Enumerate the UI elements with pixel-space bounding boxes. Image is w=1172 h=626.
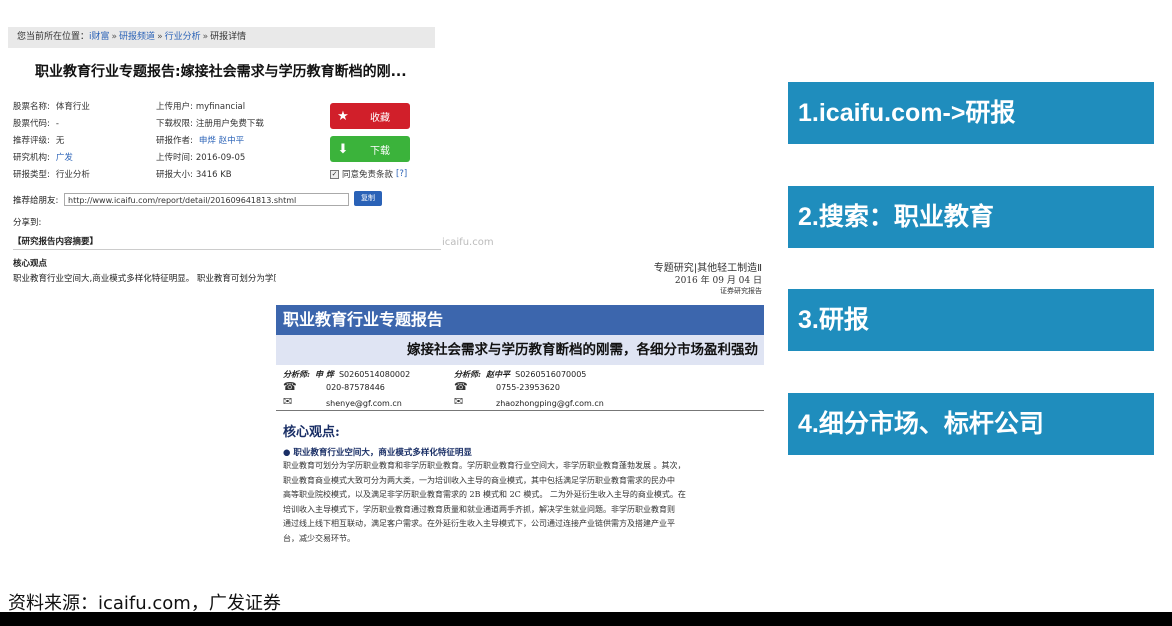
step-2-box: 2.搜索：职业教育 <box>788 186 1154 248</box>
share-to-label: 分享到: <box>13 218 42 228</box>
meta-stock-code: 股票代码: - <box>13 117 59 129</box>
watermark: icaifu.com <box>442 237 494 248</box>
report-date: 2016 年 09 月 04 日 <box>674 276 762 286</box>
analyst-role: 分析师: <box>283 369 310 379</box>
analyst-name: 赵中平 <box>486 369 511 379</box>
breadcrumb-current: 研报详情 <box>210 32 247 42</box>
breadcrumb-link-industry-analysis[interactable]: 行业分析 <box>165 32 201 42</box>
meta-value: - <box>55 119 59 129</box>
report-category: 专题研究|其他轻工制造Ⅱ <box>653 263 762 274</box>
meta-value: 2016-09-05 <box>195 153 246 163</box>
breadcrumb-separator: » <box>202 32 209 42</box>
meta-institution-link[interactable]: 广发 <box>56 153 73 163</box>
meta-label: 推荐评级: <box>13 136 50 146</box>
report-paragraph-line: 职业教育可划分为学历职业教育和非学历职业教育。学历职业教育行业空间大，非学历职业… <box>283 461 686 470</box>
meta-report-size: 研报大小: 3416 KB <box>156 168 232 180</box>
analyst-1-phone: 020-87578446 <box>326 383 385 392</box>
meta-label: 股票名称: <box>13 102 50 112</box>
phone-icon: ☎ <box>454 380 468 393</box>
divider <box>13 249 441 250</box>
meta-report-type: 研报类型: 行业分析 <box>13 168 90 180</box>
download-icon: ⬇ <box>337 141 349 157</box>
report-paragraph-line: 通过线上线下相互联动，满足客户需求。在外延衍生收入主导模式下，公司通过连接产业链… <box>283 519 675 529</box>
step-3-box: 3.研报 <box>788 289 1154 351</box>
terms-help-link[interactable]: [?] <box>396 169 407 179</box>
meta-label: 股票代码: <box>13 119 50 129</box>
analyst-2-email: zhaozhongping@gf.com.cn <box>496 399 604 408</box>
share-url-input[interactable]: http://www.icaifu.com/report/detail/2016… <box>64 193 349 206</box>
meta-label: 上传用户: <box>156 102 193 112</box>
meta-upload-time: 上传时间: 2016-09-05 <box>156 151 245 163</box>
agree-checkbox[interactable]: ✓ <box>330 169 339 179</box>
meta-authors: 研报作者: 申烨 赵中平 <box>156 134 244 146</box>
analyst-1: 分析师: 申 烨 S0260514080002 <box>283 369 410 380</box>
step-1-box: 1.icaifu.com->研报 <box>788 82 1154 144</box>
analyst-id: S0260514080002 <box>338 370 411 379</box>
meta-value: 体育行业 <box>55 102 90 112</box>
meta-label: 下载权限: <box>156 119 193 129</box>
download-button[interactable]: ⬇ 下载 <box>330 136 410 162</box>
phone-icon: ☎ <box>283 380 297 393</box>
core-view-heading: 核心观点 <box>13 259 48 269</box>
copy-button[interactable]: 复制 <box>354 191 382 206</box>
meta-rating: 推荐评级: 无 <box>13 134 64 146</box>
star-icon: ★ <box>337 108 349 124</box>
share-label: 推荐给朋友: <box>13 196 59 206</box>
email-icon: ✉ <box>454 395 464 408</box>
meta-label: 研报作者: <box>156 136 193 146</box>
meta-label: 研报类型: <box>13 170 50 180</box>
report-band-subtitle: 嫁接社会需求与学历教育断档的刚需，各细分市场盈利强劲 <box>276 335 764 365</box>
meta-uploader: 上传用户: myfinancial <box>156 100 245 112</box>
report-page-preview: 专题研究|其他轻工制造Ⅱ 2016 年 09 月 04 日 证券研究报告 职业教… <box>276 253 768 553</box>
report-title: 职业教育行业专题报告:嫁接社会需求与学历教育断档的刚... <box>35 64 407 80</box>
breadcrumb-link-report-channel[interactable]: 研报频道 <box>119 32 155 42</box>
collect-button[interactable]: ★ 收藏 <box>330 103 410 129</box>
analyst-1-email: shenye@gf.com.cn <box>326 399 402 408</box>
report-paragraph: 职业教育可划分为学历职业教育和非学历职业教育。学历职业教育行业空间大，非学历职业… <box>283 459 761 547</box>
report-paragraph-line: 职业教育商业模式大致可分为两大类，一为培训收入主导的商业模式，其中包括满足学历职… <box>283 475 675 485</box>
breadcrumb-prefix: 您当前所在位置： <box>17 32 90 42</box>
report-paragraph-line: 台，减少交易环节。 <box>283 533 355 543</box>
meta-label: 研报大小: <box>156 170 193 180</box>
breadcrumb-separator: » <box>111 32 118 42</box>
report-paragraph-line: 高等职业院校模式，以及满足非学历职业教育需求的 2B 模式和 2C 模式。 二为… <box>283 490 686 500</box>
analyst-2-phone: 0755-23953620 <box>496 383 560 392</box>
meta-label: 研究机构: <box>13 153 50 163</box>
step-4-box: 4.细分市场、标杆公司 <box>788 393 1154 455</box>
meta-institution: 研究机构: 广发 <box>13 151 73 163</box>
report-paragraph-line: 培训收入主导模式下，学历职业教育通过教育质量和就业通道两手齐抓，解决学生就业问题… <box>283 504 675 514</box>
meta-value: 行业分析 <box>55 170 90 180</box>
breadcrumb-link-home[interactable]: i财富 <box>89 32 110 42</box>
download-button-label: 下载 <box>370 145 390 157</box>
report-core-title: 核心观点: <box>283 425 340 440</box>
analyst-id: S0260516070005 <box>515 370 587 379</box>
meta-authors-link[interactable]: 申烨 赵中平 <box>199 136 244 146</box>
summary-heading: 【研究报告内容摘要】 <box>13 237 99 247</box>
meta-stock-name: 股票名称: 体育行业 <box>13 100 90 112</box>
email-icon: ✉ <box>283 395 293 408</box>
divider <box>276 410 764 411</box>
bottom-bar <box>0 612 1172 626</box>
report-type-label: 证券研究报告 <box>720 287 762 295</box>
agree-terms-text: 同意免责条款 <box>342 170 394 180</box>
meta-value: myfinancial <box>195 102 246 112</box>
breadcrumb: 您当前所在位置：i财富» 研报频道» 行业分析» 研报详情 <box>8 27 435 48</box>
meta-value: 3416 KB <box>195 170 232 180</box>
meta-label: 上传时间: <box>156 153 193 163</box>
analyst-role: 分析师: <box>454 369 481 379</box>
report-bullet-heading: ● 职业教育行业空间大，商业模式多样化特征明显 <box>283 448 472 458</box>
meta-download-permission: 下载权限: 注册用户免费下载 <box>156 117 264 129</box>
report-band-title: 职业教育行业专题报告 <box>276 305 764 335</box>
breadcrumb-separator: » <box>157 32 163 42</box>
agree-terms-row: ✓ 同意免责条款 [?] <box>330 168 407 180</box>
analyst-2: 分析师: 赵中平 S0260516070005 <box>454 369 586 380</box>
meta-value: 无 <box>55 136 65 146</box>
meta-value: 注册用户免费下载 <box>195 119 264 129</box>
analyst-name: 申 烨 <box>315 369 334 379</box>
collect-button-label: 收藏 <box>370 112 390 124</box>
